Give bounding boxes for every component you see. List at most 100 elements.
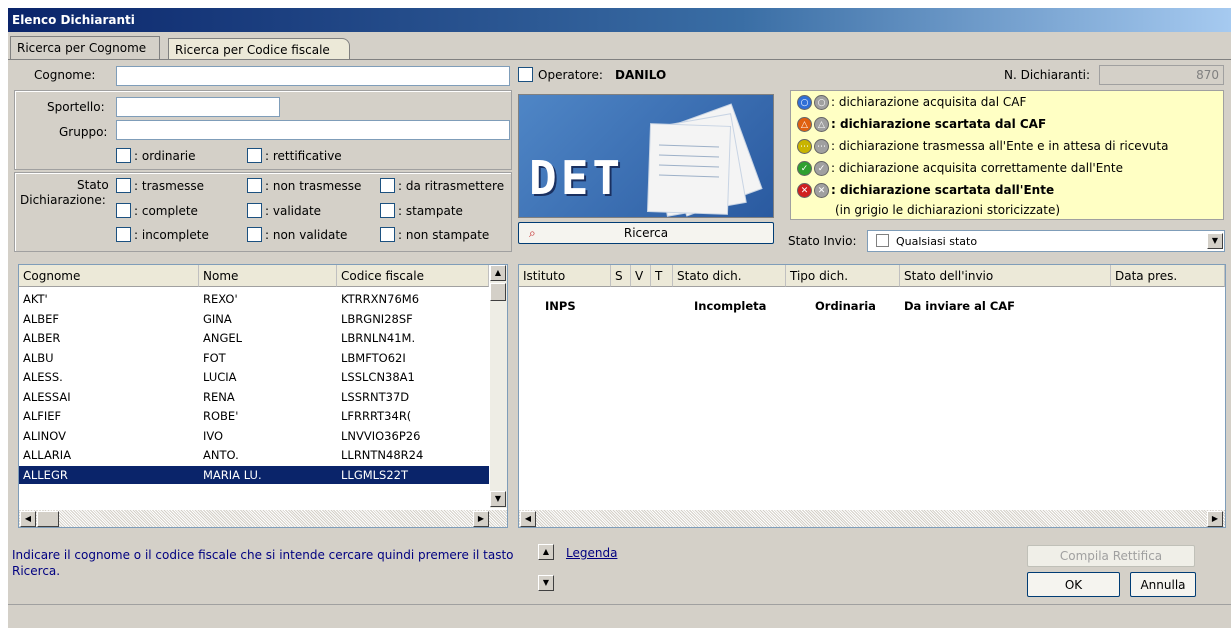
- table-row[interactable]: ALESS. LUCIA LSSLCN38A1: [19, 368, 489, 386]
- non-validate-label: : non validate: [265, 228, 348, 242]
- gruppo-input[interactable]: [116, 120, 510, 140]
- horizontal-scrollbar-right[interactable]: ◀ ▶: [519, 510, 1225, 527]
- stato-invio-label: Stato Invio:: [788, 234, 857, 248]
- col-v[interactable]: V: [631, 265, 651, 287]
- col-data-pres[interactable]: Data pres.: [1111, 265, 1225, 287]
- complete-checkbox[interactable]: [116, 203, 131, 218]
- col-stato-invio[interactable]: Stato dell'invio: [900, 265, 1111, 287]
- cell-nome: ROBE': [203, 409, 239, 423]
- da-ritrasmettere-checkbox[interactable]: [380, 178, 395, 193]
- trasmesse-checkbox[interactable]: [116, 178, 131, 193]
- stampate-checkbox[interactable]: [380, 203, 395, 218]
- cell-nome: ANTO.: [203, 448, 239, 462]
- tab-divider: [8, 59, 1231, 60]
- cell-cognome: ALBER: [23, 331, 61, 345]
- ordinarie-checkbox[interactable]: [116, 148, 131, 163]
- col-t[interactable]: T: [651, 265, 673, 287]
- non-trasmesse-checkbox[interactable]: [247, 178, 262, 193]
- scroll-h-thumb[interactable]: [37, 511, 59, 527]
- annulla-button[interactable]: Annulla: [1130, 572, 1196, 597]
- gruppo-label: Gruppo:: [59, 125, 108, 139]
- sportello-label: Sportello:: [47, 100, 105, 114]
- hint-scroll-down-icon[interactable]: ▼: [538, 575, 554, 591]
- cell-cognome: ALLARIA: [23, 448, 72, 462]
- ok-button[interactable]: OK: [1027, 572, 1120, 597]
- table-row[interactable]: ALBER ANGEL LBRNLN41M.: [19, 329, 489, 347]
- chevron-down-icon[interactable]: ▼: [1207, 233, 1223, 249]
- tab-ricerca-codice-fiscale[interactable]: Ricerca per Codice fiscale: [168, 38, 350, 60]
- stato-invio-select[interactable]: Qualsiasi stato ▼: [867, 230, 1225, 252]
- cell-codice-fiscale: LLRNTN48R24: [341, 448, 424, 462]
- pending-gray-icon: ⋯: [814, 139, 829, 154]
- validate-checkbox[interactable]: [247, 203, 262, 218]
- table-row[interactable]: ALFIEF ROBE' LFRRRT34R(: [19, 407, 489, 425]
- col-istituto[interactable]: Istituto: [519, 265, 611, 287]
- table-row[interactable]: ALBU FOT LBMFTO62I: [19, 349, 489, 367]
- error-gray-icon: ✕: [814, 183, 829, 198]
- col-tipo-dich[interactable]: Tipo dich.: [786, 265, 900, 287]
- table-row[interactable]: ALBEF GINA LBRGNI28SF: [19, 310, 489, 328]
- cell-nome: GINA: [203, 311, 232, 326]
- n-dichiaranti-field: 870: [1099, 65, 1224, 85]
- cognome-input[interactable]: [116, 66, 510, 86]
- cell-codice-fiscale: LBRGNI28SF: [341, 311, 413, 326]
- legenda-link[interactable]: Legenda: [566, 546, 617, 560]
- col-stato-dich[interactable]: Stato dich.: [673, 265, 786, 287]
- validate-label: : validate: [265, 204, 322, 218]
- scroll-down-icon[interactable]: ▼: [490, 491, 506, 507]
- cell-cognome: ALBU: [23, 350, 54, 365]
- incomplete-checkbox[interactable]: [116, 227, 131, 242]
- stato-label-2: Dichiarazione:: [20, 193, 106, 207]
- scroll-left-icon[interactable]: ◀: [520, 511, 536, 527]
- status-bar: [8, 604, 1231, 628]
- table-row[interactable]: ALESSAI RENA LSSRNT37D: [19, 388, 489, 406]
- operatore-checkbox[interactable]: [518, 67, 533, 82]
- n-dichiaranti-label: N. Dichiaranti:: [1004, 68, 1091, 82]
- scroll-up-icon[interactable]: ▲: [490, 265, 506, 281]
- scroll-left-icon[interactable]: ◀: [20, 511, 36, 527]
- dichiaranti-list: Cognome Nome Codice fiscale AKT' REXO' KTR…: [18, 264, 508, 528]
- legend-row-trasmessa: ⋯ ⋯: dichiarazione trasmessa all'Ente e i…: [797, 139, 1168, 159]
- legend-row-scartata-ente: ✕ ✕: dichiarazione scartata dall'Ente: [797, 183, 1054, 203]
- table-row[interactable]: AKT' REXO' KTRRXN76M6: [19, 290, 489, 308]
- legend-row-scartata-caf: △ △: dichiarazione scartata dal CAF: [797, 117, 1046, 137]
- col-s[interactable]: S: [611, 265, 631, 287]
- col-cognome[interactable]: Cognome: [19, 265, 199, 287]
- trasmesse-label: : trasmesse: [134, 179, 205, 193]
- scroll-thumb[interactable]: [490, 283, 506, 301]
- stato-invio-value: Qualsiasi stato: [896, 235, 978, 248]
- vertical-scrollbar[interactable]: ▲ ▼: [490, 265, 507, 508]
- table-row[interactable]: ALINOV IVO LNVVIO36P26: [19, 427, 489, 445]
- hint-scroll-up-icon[interactable]: ▲: [538, 544, 554, 560]
- cell-cognome: ALESSAI: [23, 389, 71, 404]
- sportello-input[interactable]: [116, 97, 280, 117]
- horizontal-scrollbar[interactable]: ◀ ▶: [19, 510, 507, 527]
- col-nome[interactable]: Nome: [199, 265, 337, 287]
- ricerca-button[interactable]: ⌕ Ricerca: [518, 222, 774, 244]
- operatore-label: Operatore:: [538, 68, 603, 82]
- ricerca-button-label: Ricerca: [623, 226, 669, 240]
- cognome-label: Cognome:: [34, 68, 96, 82]
- warning-gray-icon: △: [814, 117, 829, 132]
- table-row[interactable]: INPS Incompleta Ordinaria Da inviare al …: [519, 297, 1225, 315]
- cell-codice-fiscale: LBMFTO62I: [341, 350, 406, 365]
- rettificative-checkbox[interactable]: [247, 148, 262, 163]
- non-trasmesse-label: : non trasmesse: [265, 179, 362, 193]
- non-stampate-checkbox[interactable]: [380, 227, 395, 242]
- legend-panel: ○ ○: dichiarazione acquisita dal CAF △ △: …: [790, 90, 1224, 220]
- tab-ricerca-cognome[interactable]: Ricerca per Cognome: [10, 36, 160, 60]
- cell-nome: REXO': [203, 292, 238, 306]
- cell-cognome: ALLEGR: [23, 467, 68, 482]
- scroll-right-icon[interactable]: ▶: [473, 511, 489, 527]
- table-row[interactable]: ALLEGR MARIA LU. LLGMLS22T: [19, 465, 489, 484]
- compila-rettifica-button[interactable]: Compila Rettifica: [1027, 545, 1195, 567]
- cell-codice-fiscale: LNVVIO36P26: [341, 428, 421, 443]
- check-gray-icon: ✓: [814, 161, 829, 176]
- cell-codice-fiscale: LSSLCN38A1: [341, 370, 415, 384]
- scroll-right-icon[interactable]: ▶: [1207, 511, 1223, 527]
- col-codice-fiscale[interactable]: Codice fiscale: [337, 265, 489, 287]
- table-row[interactable]: ALLARIA ANTO. LLRNTN48R24: [19, 446, 489, 464]
- cell-cognome: ALFIEF: [23, 409, 62, 423]
- non-validate-checkbox[interactable]: [247, 227, 262, 242]
- incomplete-label: : incomplete: [134, 228, 209, 242]
